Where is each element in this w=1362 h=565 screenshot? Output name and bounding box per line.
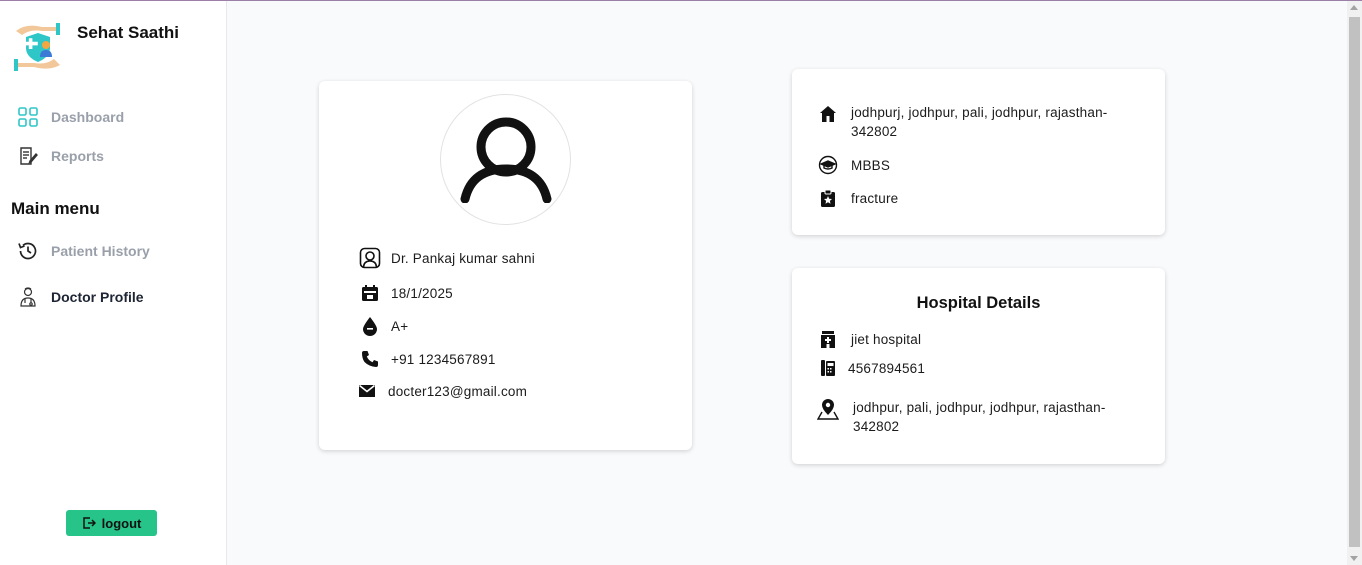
user-icon bbox=[460, 117, 551, 203]
hospital-icon bbox=[817, 328, 839, 350]
blood-drop-icon bbox=[359, 315, 381, 337]
hospital-details-card: Hospital Details jiet hospital 456789456… bbox=[792, 268, 1165, 464]
graduation-cap-icon bbox=[817, 154, 839, 176]
scroll-up-arrow-icon[interactable] bbox=[1350, 5, 1358, 10]
blood-group-value: A+ bbox=[391, 318, 409, 334]
hospital-name-row: jiet hospital bbox=[817, 328, 921, 350]
sidebar: Sehat Saathi Dashboard Reports Main menu bbox=[0, 1, 227, 565]
doctor-id-icon bbox=[359, 247, 381, 269]
phone-icon bbox=[359, 348, 381, 370]
hospital-phone-row: 4567894561 bbox=[817, 357, 925, 379]
dashboard-icon bbox=[16, 105, 40, 129]
calendar-icon bbox=[359, 282, 381, 304]
degree-row: MBBS bbox=[817, 154, 890, 176]
mail-icon bbox=[356, 380, 378, 402]
date-row: 18/1/2025 bbox=[359, 282, 453, 304]
address-row: jodhpurj, jodhpur, pali, jodhpur, rajast… bbox=[817, 103, 1131, 141]
sidebar-item-patient-history[interactable]: Patient History bbox=[16, 239, 150, 263]
sidebar-item-label: Patient History bbox=[51, 243, 150, 259]
logo-icon bbox=[14, 23, 60, 71]
sidebar-item-label: Reports bbox=[51, 148, 104, 164]
profile-card: Dr. Pankaj kumar sahni 18/1/2025 A+ +91 … bbox=[319, 81, 692, 450]
clipboard-star-icon bbox=[817, 187, 839, 209]
reports-icon bbox=[16, 144, 40, 168]
sidebar-item-doctor-profile[interactable]: Doctor Profile bbox=[16, 285, 144, 309]
home-icon bbox=[817, 103, 839, 125]
date-value: 18/1/2025 bbox=[391, 285, 453, 301]
doctor-icon bbox=[16, 285, 40, 309]
hospital-address-row: jodhpur, pali, jodhpur, jodhpur, rajasth… bbox=[817, 398, 1133, 436]
app-title: Sehat Saathi bbox=[77, 23, 180, 42]
hospital-details-title: Hospital Details bbox=[916, 294, 1041, 312]
phone-value: +91 1234567891 bbox=[391, 351, 496, 367]
email-value: docter123@gmail.com bbox=[388, 383, 528, 399]
avatar bbox=[440, 94, 571, 225]
sidebar-item-dashboard[interactable]: Dashboard bbox=[16, 105, 124, 129]
logout-label: logout bbox=[101, 515, 142, 531]
sidebar-item-label: Doctor Profile bbox=[51, 289, 144, 305]
hospital-address: jodhpur, pali, jodhpur, jodhpur, rajasth… bbox=[853, 400, 1106, 434]
address-value: jodhpurj, jodhpur, pali, jodhpur, rajast… bbox=[851, 105, 1108, 139]
brand[interactable]: Sehat Saathi bbox=[12, 21, 179, 73]
history-icon bbox=[16, 239, 40, 263]
sidebar-item-label: Dashboard bbox=[51, 109, 125, 125]
degree-value: MBBS bbox=[851, 157, 891, 173]
page-scrollbar[interactable] bbox=[1347, 1, 1362, 565]
doctor-name-row: Dr. Pankaj kumar sahni bbox=[359, 247, 535, 269]
main-menu-heading: Main menu bbox=[11, 199, 100, 218]
scrollbar-thumb[interactable] bbox=[1349, 17, 1360, 547]
doctor-name: Dr. Pankaj kumar sahni bbox=[391, 250, 535, 266]
doctor-details-card: jodhpurj, jodhpur, pali, jodhpur, rajast… bbox=[792, 69, 1165, 235]
email-row: docter123@gmail.com bbox=[356, 380, 527, 402]
logout-button[interactable]: logout bbox=[66, 510, 157, 536]
logout-icon bbox=[82, 516, 96, 530]
sidebar-item-reports[interactable]: Reports bbox=[16, 144, 104, 168]
hospital-name: jiet hospital bbox=[851, 331, 922, 347]
fax-phone-icon bbox=[817, 357, 839, 379]
blood-group-row: A+ bbox=[359, 315, 408, 337]
map-pin-icon bbox=[817, 398, 839, 420]
phone-row: +91 1234567891 bbox=[359, 348, 496, 370]
specialization-value: fracture bbox=[851, 190, 899, 206]
hospital-phone: 4567894561 bbox=[848, 360, 926, 376]
specialization-row: fracture bbox=[817, 187, 898, 209]
scroll-down-arrow-icon[interactable] bbox=[1350, 556, 1358, 561]
